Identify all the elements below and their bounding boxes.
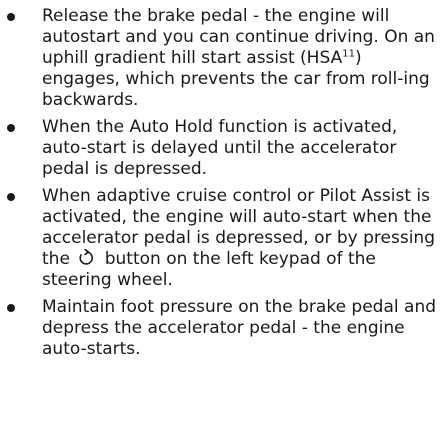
bullet-dot — [7, 193, 15, 201]
list-item: Release the brake pedal - the engine wil… — [0, 6, 444, 111]
bullet-dot — [7, 304, 15, 312]
bullet-dot — [7, 124, 15, 132]
list-item: When the Auto Hold function is activated… — [0, 117, 444, 180]
bullet-text: Release the brake pedal - the engine wil… — [42, 6, 435, 68]
bullet-text: Maintain foot pressure on the brake peda… — [42, 297, 437, 359]
instruction-list: Release the brake pedal - the engine wil… — [0, 6, 444, 366]
list-item: Maintain foot pressure on the brake peda… — [0, 297, 444, 360]
list-item: When adaptive cruise control or Pilot As… — [0, 186, 444, 291]
bullet-text: When the Auto Hold function is activated… — [42, 117, 398, 179]
resume-arrow-icon — [77, 249, 97, 267]
footnote-superscript: 11 — [342, 48, 355, 60]
bullet-dot — [7, 13, 15, 21]
